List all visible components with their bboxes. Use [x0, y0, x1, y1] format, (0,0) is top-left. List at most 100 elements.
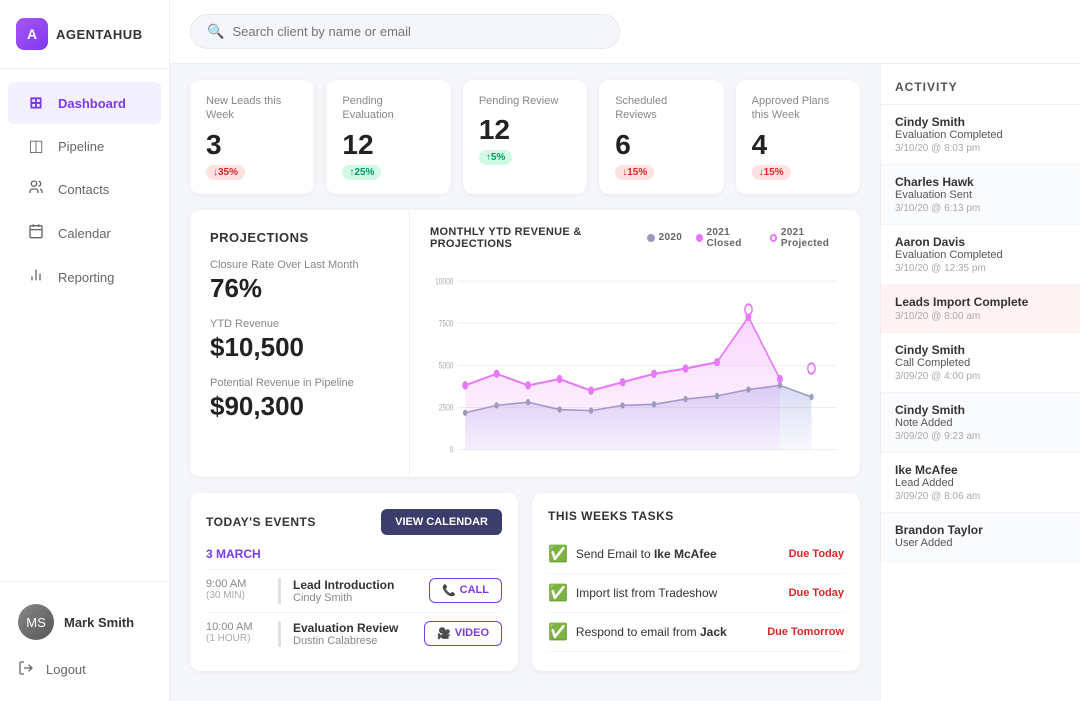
event-divider — [278, 578, 281, 604]
svg-text:APR: APR — [554, 457, 566, 458]
user-name: Mark Smith — [64, 615, 134, 630]
stat-card-pending-review: Pending Review 12 ↑5% — [463, 80, 587, 194]
tasks-panel-header: THIS WEEKS TASKS — [548, 509, 844, 523]
svg-text:JUL: JUL — [649, 457, 659, 458]
svg-text:10000: 10000 — [435, 276, 454, 286]
svg-text:SEP: SEP — [711, 457, 723, 458]
svg-text:0: 0 — [450, 444, 454, 454]
sidebar-item-dashboard[interactable]: ⊞ Dashboard — [8, 82, 161, 124]
svg-text:MAY: MAY — [585, 457, 597, 458]
svg-text:OCT: OCT — [742, 457, 755, 458]
activity-item-2: Aaron Davis Evaluation Completed 3/10/20… — [881, 225, 1080, 285]
closure-label: Closure Rate Over Last Month — [210, 259, 389, 271]
due-badge: Due Today — [789, 548, 844, 560]
stat-value: 4 — [752, 129, 844, 161]
pipeline-label: Potential Revenue in Pipeline — [210, 377, 389, 389]
event-divider — [278, 621, 281, 647]
activity-item-4: Cindy Smith Call Completed 3/09/20 @ 4:0… — [881, 333, 1080, 393]
activity-item-1: Charles Hawk Evaluation Sent 3/10/20 @ 6… — [881, 165, 1080, 225]
task-item-2: ✅ Respond to email from Jack Due Tomorro… — [548, 613, 844, 652]
activity-panel: ACTIVITY Cindy Smith Evaluation Complete… — [880, 64, 1080, 701]
sidebar-item-label: Contacts — [58, 182, 109, 197]
user-profile[interactable]: MS Mark Smith — [8, 594, 161, 650]
chart-legend: 2020 2021 Closed 2021 Projected — [647, 227, 840, 249]
activity-item-5: Cindy Smith Note Added 3/09/20 @ 9:23 am — [881, 393, 1080, 453]
video-icon: 🎥 — [437, 627, 451, 640]
events-panel-title: TODAY'S EVENTS — [206, 515, 316, 529]
due-badge: Due Tomorrow — [767, 626, 844, 638]
task-text: Import list from Tradeshow — [576, 586, 717, 600]
stat-label: Approved Plans this Week — [752, 94, 844, 123]
video-button[interactable]: 🎥 VIDEO — [424, 621, 502, 646]
stat-badge: ↑25% — [342, 165, 381, 180]
sidebar: A AGENTAHUB ⊞ Dashboard ◫ Pipeline Conta… — [0, 0, 170, 701]
stat-value: 6 — [615, 129, 707, 161]
stat-label: Pending Evaluation — [342, 94, 434, 123]
svg-text:JAN: JAN — [460, 457, 471, 458]
svg-text:AUG: AUG — [679, 457, 692, 458]
chart-title: MONTHLY YTD REVENUE & PROJECTIONS 2020 2… — [430, 226, 840, 250]
svg-text:5000: 5000 — [439, 360, 454, 370]
calendar-icon — [26, 223, 46, 244]
search-icon: 🔍 — [207, 23, 224, 40]
svg-text:DEC: DEC — [805, 457, 817, 458]
stat-card-approved-plans: Approved Plans this Week 4 ↓15% — [736, 80, 860, 194]
view-calendar-button[interactable]: VIEW CALENDAR — [381, 509, 502, 535]
event-time: 9:00 AM (30 MIN) — [206, 578, 266, 601]
contacts-icon — [26, 179, 46, 200]
event-time: 10:00 AM (1 HOUR) — [206, 621, 266, 644]
logout-icon — [18, 660, 34, 679]
stat-card-pending-eval: Pending Evaluation 12 ↑25% — [326, 80, 450, 194]
due-badge: Due Today — [789, 587, 844, 599]
revenue-chart: 0 2500 5000 7500 10000 — [430, 258, 840, 458]
chart-panel: MONTHLY YTD REVENUE & PROJECTIONS 2020 2… — [410, 210, 860, 477]
stat-label: New Leads this Week — [206, 94, 298, 123]
legend-2021-projected: 2021 Projected — [770, 227, 840, 249]
stat-label: Scheduled Reviews — [615, 94, 707, 123]
search-input[interactable] — [232, 24, 603, 39]
svg-text:7500: 7500 — [439, 318, 454, 328]
dashboard-icon: ⊞ — [26, 93, 46, 113]
main-content: 🔍 New Leads this Week 3 ↓35% Pending Eva… — [170, 0, 1080, 701]
pipeline-icon: ◫ — [26, 136, 46, 156]
logo-text: AGENTAHUB — [56, 27, 143, 42]
sidebar-item-contacts[interactable]: Contacts — [8, 168, 161, 211]
stat-card-scheduled-reviews: Scheduled Reviews 6 ↓15% — [599, 80, 723, 194]
sidebar-item-label: Calendar — [58, 226, 111, 241]
stats-row: New Leads this Week 3 ↓35% Pending Evalu… — [190, 80, 860, 194]
task-check-icon: ✅ — [548, 544, 568, 564]
sidebar-item-reporting[interactable]: Reporting — [8, 256, 161, 299]
task-text: Send Email to Ike McAfee — [576, 547, 717, 561]
event-info: Lead Introduction Cindy Smith — [293, 578, 419, 604]
legend-2021-closed: 2021 Closed — [696, 227, 756, 249]
header: 🔍 — [170, 0, 1080, 64]
activity-item-3: Leads Import Complete 3/10/20 @ 8:00 am — [881, 285, 1080, 333]
legend-dot-closed — [696, 234, 702, 242]
dashboard-body: New Leads this Week 3 ↓35% Pending Evalu… — [170, 64, 1080, 701]
sidebar-item-label: Pipeline — [58, 139, 104, 154]
sidebar-item-pipeline[interactable]: ◫ Pipeline — [8, 125, 161, 167]
stat-label: Pending Review — [479, 94, 571, 108]
legend-dot-projected — [770, 234, 777, 242]
pipeline-value: $90,300 — [210, 391, 389, 422]
logout-button[interactable]: Logout — [8, 650, 161, 689]
task-check-icon: ✅ — [548, 583, 568, 603]
task-check-icon: ✅ — [548, 622, 568, 642]
center-panel: New Leads this Week 3 ↓35% Pending Evalu… — [170, 64, 880, 701]
projections-row: PROJECTIONS Closure Rate Over Last Month… — [190, 210, 860, 477]
sidebar-item-calendar[interactable]: Calendar — [8, 212, 161, 255]
avatar: MS — [18, 604, 54, 640]
projections-panel: PROJECTIONS Closure Rate Over Last Month… — [190, 210, 410, 477]
stat-value: 12 — [342, 129, 434, 161]
sidebar-nav: ⊞ Dashboard ◫ Pipeline Contacts Calendar… — [0, 69, 169, 581]
events-panel-header: TODAY'S EVENTS VIEW CALENDAR — [206, 509, 502, 535]
reporting-icon — [26, 267, 46, 288]
ytd-label: YTD Revenue — [210, 318, 389, 330]
logout-label: Logout — [46, 662, 86, 677]
sidebar-item-label: Dashboard — [58, 96, 126, 111]
event-date: 3 MARCH — [206, 547, 502, 561]
legend-dot-2020 — [647, 234, 655, 242]
activity-item-6: Ike McAfee Lead Added 3/09/20 @ 8:06 am — [881, 453, 1080, 513]
svg-text:JUN: JUN — [617, 457, 628, 458]
call-button[interactable]: 📞 CALL — [429, 578, 502, 603]
